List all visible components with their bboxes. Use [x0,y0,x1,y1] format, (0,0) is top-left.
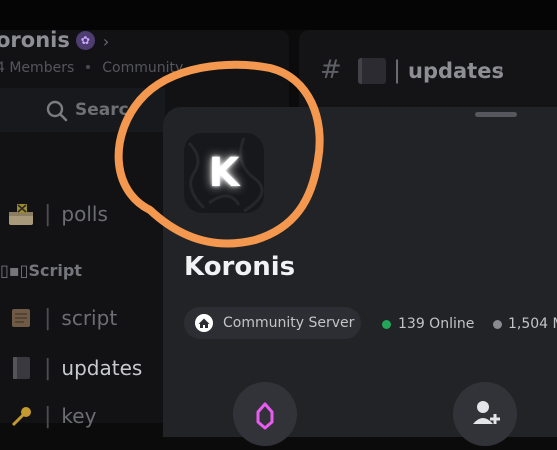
key-icon [11,407,31,427]
online-status-dot [382,319,391,329]
channel-name: key [61,404,97,428]
members-count-text: 1,504 M [508,316,557,332]
search-icon [46,100,68,122]
community-icon [195,314,213,332]
online-count: 139 Online [382,316,474,332]
online-count-text: 139 Online [398,316,475,332]
category-script[interactable]: ▯▪▯Script [0,261,82,280]
server-boost-badge-icon: ✿ [75,31,95,50]
channel-script[interactable]: | script [0,303,117,333]
server-icon[interactable]: K [184,133,264,213]
drag-handle[interactable] [475,112,517,117]
status-bar [0,0,557,30]
hash-icon: # [320,55,342,85]
server-title: Koronis [184,252,296,282]
notebook-icon [358,58,386,84]
channel-name: polls [61,202,108,226]
member-count-chip: 1,504 M [493,316,557,332]
chevron-right-icon: › [102,32,110,51]
add-friend-icon [473,401,500,424]
notebook-icon [13,357,30,379]
member-count: 4 Members [0,60,75,76]
channel-separator: | [44,355,52,381]
invite-button[interactable] [453,382,517,446]
mailbox-icon [9,204,33,225]
channel-separator: | [44,403,52,429]
server-icon-letter: K [208,150,240,196]
header-separator: | [393,56,402,84]
separator-dot [86,65,91,69]
server-meta: 4 Members Community [0,60,183,76]
channel-polls[interactable]: | polls [0,199,108,229]
members-status-dot [493,319,502,329]
server-name: oronis [0,28,70,52]
server-type: Community [102,60,184,76]
search-label: Searc [75,100,129,120]
channel-updates[interactable]: | updates [0,353,142,383]
community-server-chip[interactable]: Community Server [184,307,361,339]
channel-separator: | [44,305,52,331]
server-name-header[interactable]: oronis ✿ › [0,28,109,52]
channel-key[interactable]: | key [0,401,96,431]
channel-name: updates [61,356,143,380]
channel-name: script [61,306,118,330]
boost-gem-icon [256,402,274,430]
scroll-icon [12,309,30,327]
community-label: Community Server [223,315,355,331]
channel-title[interactable]: updates [408,59,504,83]
boost-button[interactable] [233,382,297,446]
channel-separator: | [44,201,52,227]
chevron-right-icon[interactable]: › [497,60,503,79]
